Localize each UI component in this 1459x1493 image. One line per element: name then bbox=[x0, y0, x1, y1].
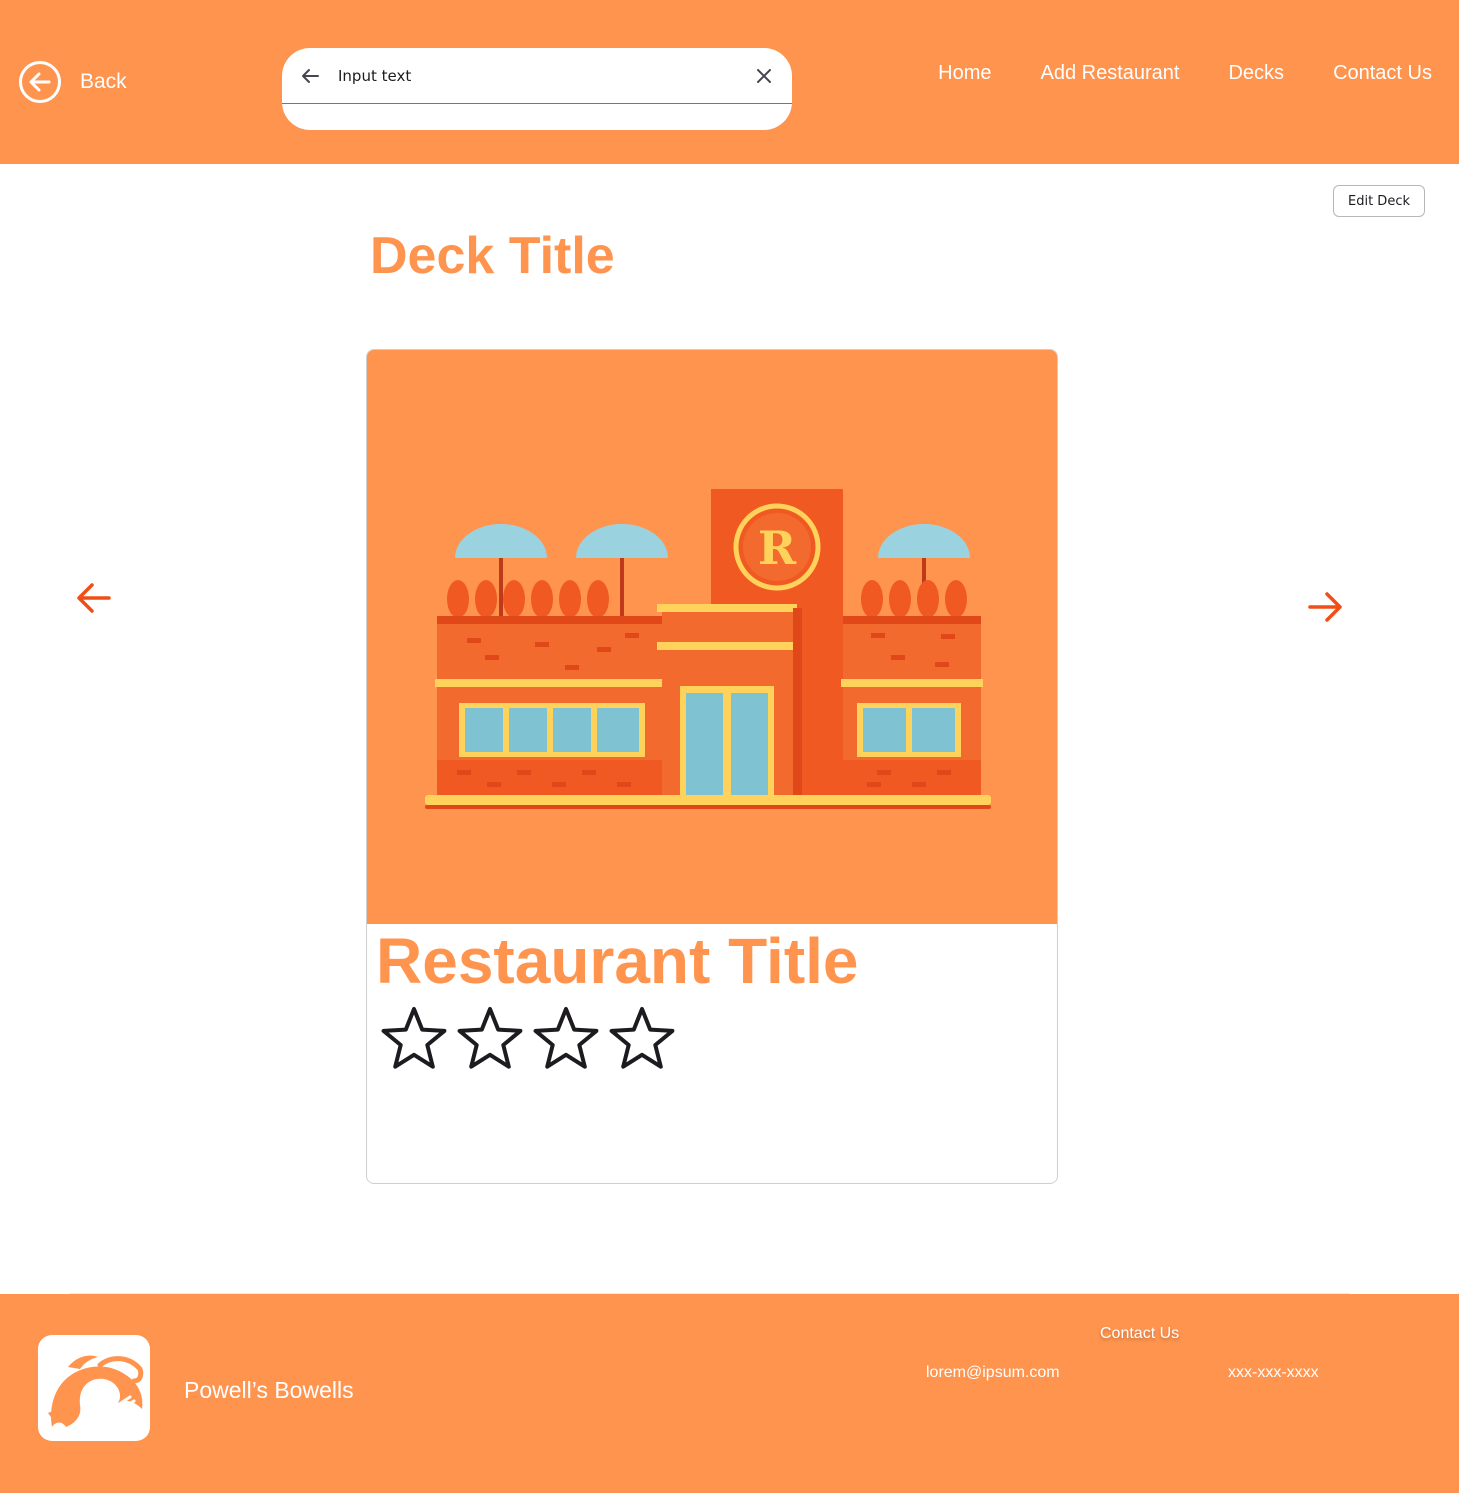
back-label: Back bbox=[80, 70, 127, 93]
restaurant-building-illustration: R bbox=[425, 489, 991, 809]
back-button[interactable]: Back bbox=[18, 60, 127, 104]
brand-name: Powell’s Bowells bbox=[184, 1377, 354, 1403]
restaurant-card[interactable]: R Restaurant Title bbox=[366, 349, 1058, 1184]
nav-add-restaurant[interactable]: Add Restaurant bbox=[1041, 62, 1180, 85]
chevron-left-icon[interactable] bbox=[74, 578, 114, 618]
svg-text:R: R bbox=[758, 521, 797, 575]
star-outline-icon[interactable] bbox=[455, 1005, 525, 1071]
search-input[interactable] bbox=[338, 62, 738, 90]
nav-decks[interactable]: Decks bbox=[1228, 62, 1284, 85]
star-rating[interactable] bbox=[379, 1005, 677, 1071]
restaurant-title: Restaurant Title bbox=[376, 925, 859, 997]
main-nav: Home Add Restaurant Decks Contact Us bbox=[938, 62, 1432, 85]
deck-title: Deck Title bbox=[370, 227, 615, 285]
back-circle-icon bbox=[19, 61, 61, 103]
arrow-left-icon[interactable] bbox=[298, 64, 322, 88]
star-outline-icon[interactable] bbox=[607, 1005, 677, 1071]
footer-email[interactable]: lorem@ipsum.com bbox=[926, 1364, 1060, 1382]
brand-logo[interactable] bbox=[38, 1335, 150, 1441]
dolphin-fork-logo bbox=[48, 1355, 144, 1433]
search-row bbox=[282, 48, 792, 104]
star-outline-icon[interactable] bbox=[379, 1005, 449, 1071]
restaurant-image: R bbox=[367, 350, 1057, 924]
chevron-right-icon[interactable] bbox=[1305, 587, 1345, 627]
footer: Powell’s Bowells Contact Us lorem@ipsum.… bbox=[0, 1294, 1459, 1493]
edit-deck-button[interactable]: Edit Deck bbox=[1333, 185, 1425, 217]
nav-contact-us[interactable]: Contact Us bbox=[1333, 62, 1432, 85]
nav-home[interactable]: Home bbox=[938, 62, 991, 85]
star-outline-icon[interactable] bbox=[531, 1005, 601, 1071]
search-bar bbox=[282, 48, 792, 130]
footer-phone[interactable]: xxx-xxx-xxxx bbox=[1228, 1364, 1319, 1382]
header: Back Home Add Restaurant Decks Contact U… bbox=[0, 0, 1459, 164]
footer-contact-heading[interactable]: Contact Us bbox=[1100, 1325, 1179, 1343]
close-icon[interactable] bbox=[752, 64, 776, 88]
